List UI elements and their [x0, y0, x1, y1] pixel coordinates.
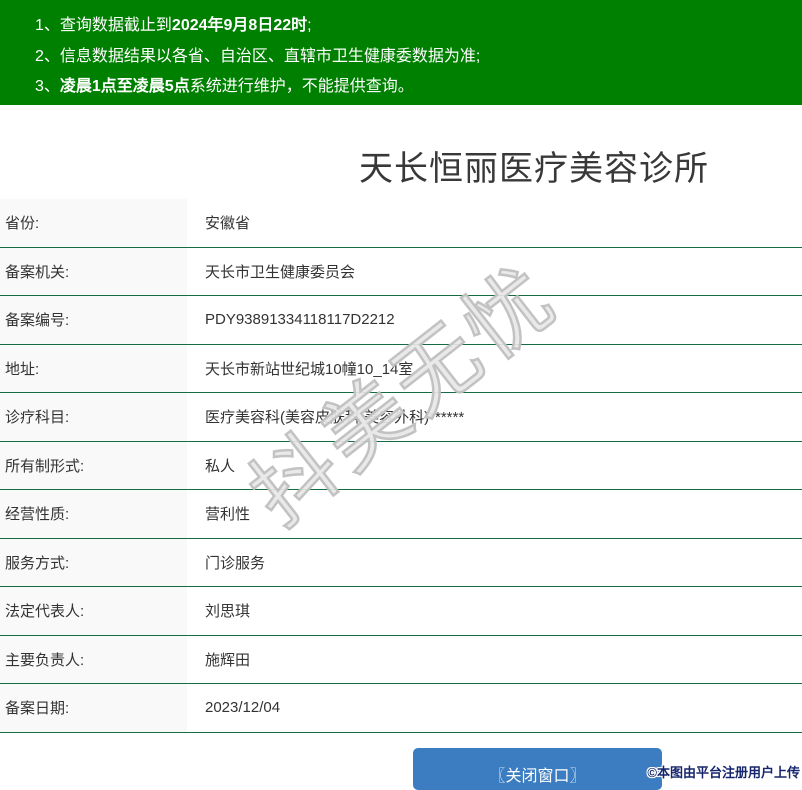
row-label: 法定代表人: [0, 587, 187, 635]
row-value: 天长市新站世纪城10幢10_14室 [187, 345, 413, 393]
notice-line: 3、凌晨1点至凌晨5点系统进行维护，不能提供查询。 [35, 72, 792, 103]
table-row: 地址:天长市新站世纪城10幢10_14室 [0, 345, 802, 394]
row-value: 天长市卫生健康委员会 [187, 248, 355, 296]
row-value: 营利性 [187, 490, 250, 538]
table-row: 省份:安徽省 [0, 199, 802, 248]
notice-line: 2、信息数据结果以各省、自治区、直辖市卫生健康委数据为准; [35, 42, 792, 73]
close-window-button[interactable]: 〖关闭窗口〗 [413, 748, 662, 790]
attribution-text: ©本图由平台注册用户上传 [647, 762, 800, 781]
table-row: 备案日期:2023/12/04 [0, 684, 802, 733]
row-label: 所有制形式: [0, 442, 187, 490]
notice-banner: 1、查询数据截止到2024年9月8日22时;2、信息数据结果以各省、自治区、直辖… [0, 0, 802, 105]
notice-segment: 查询数据截止到 [60, 17, 172, 34]
table-row: 服务方式:门诊服务 [0, 539, 802, 588]
row-label: 主要负责人: [0, 636, 187, 684]
notice-segment: 凌晨1点至凌晨5点 [60, 78, 190, 95]
notice-segment: ; [307, 17, 311, 34]
table-row: 诊疗科目:医疗美容科(美容皮肤科 美容外科)****** [0, 393, 802, 442]
row-value: 施辉田 [187, 636, 250, 684]
clinic-title: 天长恒丽医疗美容诊所 [133, 141, 802, 190]
row-label: 服务方式: [0, 539, 187, 587]
row-label: 诊疗科目: [0, 393, 187, 441]
notice-segment: 信息数据结果以各省、自治区、直辖市卫生健康委数据为准; [60, 48, 480, 65]
notice-line: 1、查询数据截止到2024年9月8日22时; [35, 11, 792, 42]
row-label: 备案日期: [0, 684, 187, 732]
row-label: 地址: [0, 345, 187, 393]
row-value: 2023/12/04 [187, 684, 280, 732]
row-value: 门诊服务 [187, 539, 265, 587]
table-row: 所有制形式:私人 [0, 442, 802, 491]
row-label: 备案编号: [0, 296, 187, 344]
row-value: PDY93891334118117D2212 [187, 296, 395, 344]
row-label: 经营性质: [0, 490, 187, 538]
notice-segment: 3、 [35, 78, 60, 95]
row-value: 私人 [187, 442, 235, 490]
row-value: 医疗美容科(美容皮肤科 美容外科)****** [187, 393, 464, 441]
table-row: 经营性质:营利性 [0, 490, 802, 539]
record-table: 省份:安徽省备案机关:天长市卫生健康委员会备案编号:PDY93891334118… [0, 199, 802, 733]
notice-segment: 系统进行维护，不能提供查询。 [190, 78, 414, 95]
table-row: 主要负责人:施辉田 [0, 636, 802, 685]
notice-segment: 2、 [35, 48, 60, 65]
row-label: 省份: [0, 199, 187, 247]
table-row: 法定代表人:刘思琪 [0, 587, 802, 636]
notice-list: 1、查询数据截止到2024年9月8日22时;2、信息数据结果以各省、自治区、直辖… [35, 11, 792, 103]
table-row: 备案编号:PDY93891334118117D2212 [0, 296, 802, 345]
row-label: 备案机关: [0, 248, 187, 296]
row-value: 安徽省 [187, 199, 250, 247]
table-row: 备案机关:天长市卫生健康委员会 [0, 248, 802, 297]
row-value: 刘思琪 [187, 587, 250, 635]
notice-segment: 2024年9月8日22时 [172, 17, 307, 34]
notice-segment: 1、 [35, 17, 60, 34]
